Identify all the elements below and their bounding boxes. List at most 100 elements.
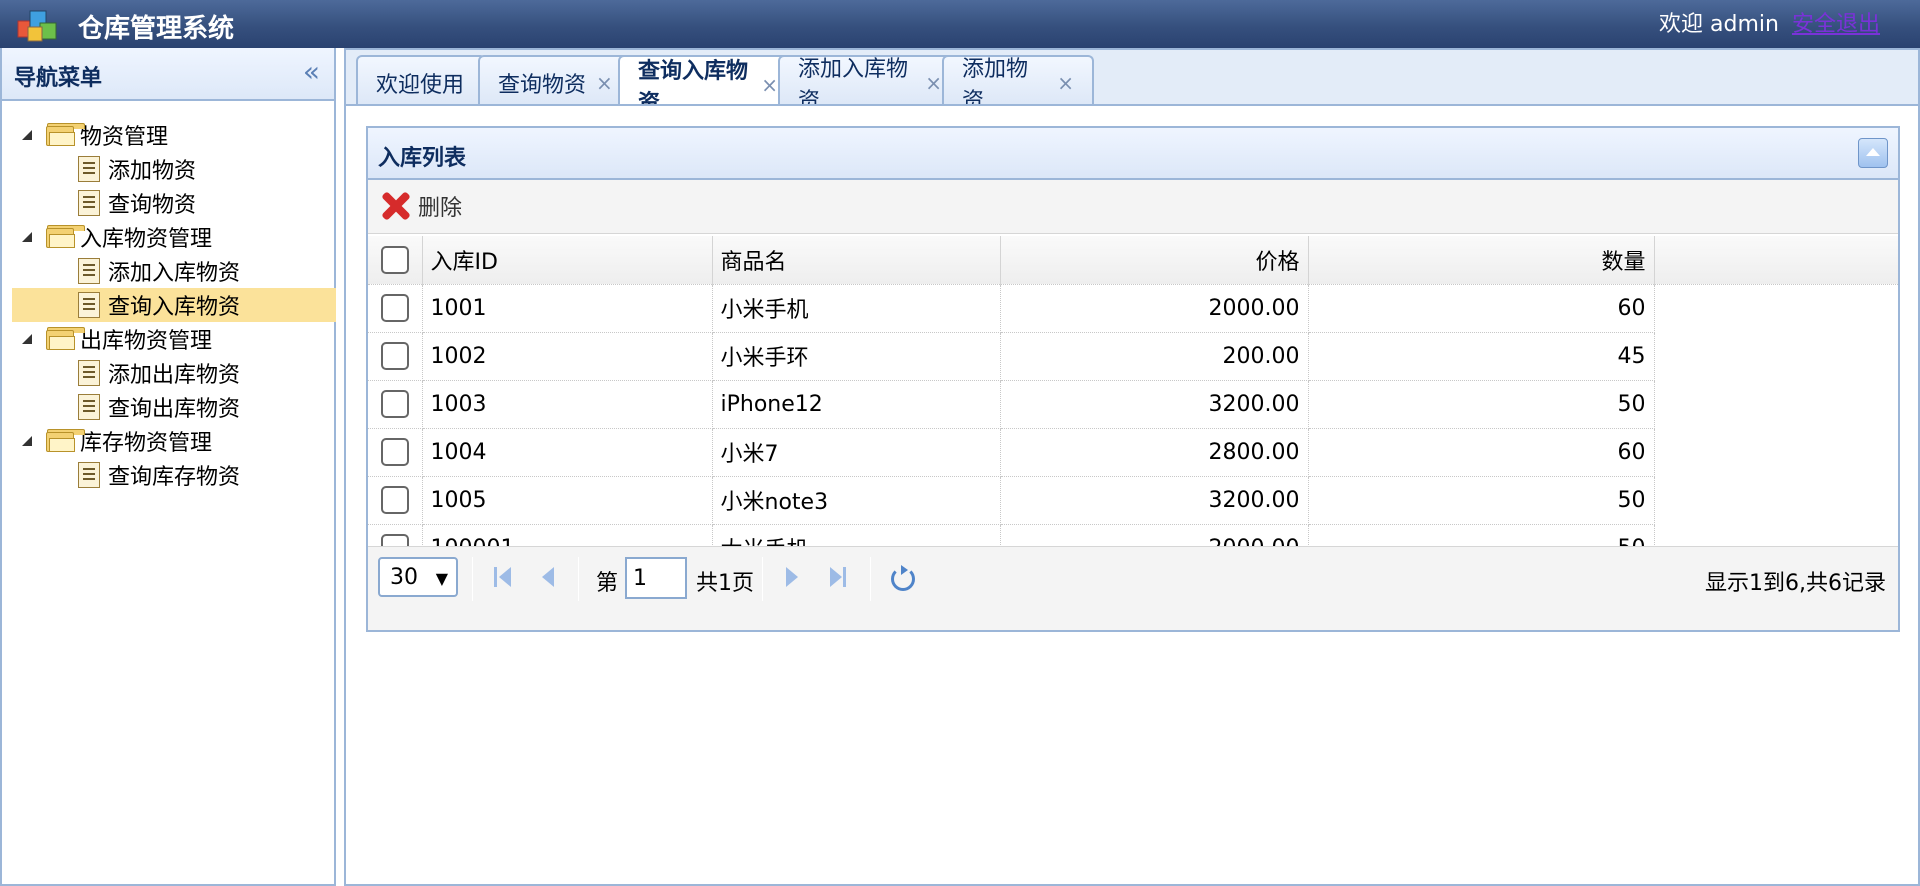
column-header-price[interactable]: 价格 (1000, 236, 1309, 285)
cell-price: 2000.00 (1000, 284, 1309, 333)
grid-title: 入库列表 (378, 146, 467, 171)
logout-link[interactable]: 安全退出 (1792, 12, 1880, 37)
row-checkbox[interactable] (380, 438, 409, 466)
pager-separator (472, 557, 473, 601)
expanded-triangle-icon[interactable] (20, 331, 36, 347)
tree-item-row[interactable]: 查询库存物资 (12, 458, 336, 492)
folder-open-icon (46, 429, 85, 453)
cell-id: 1001 (422, 284, 713, 333)
tree-item-row[interactable]: 添加入库物资 (12, 254, 336, 288)
tree-item-row[interactable]: 查询入库物资 (12, 288, 336, 322)
cell-name: 小米note3 (712, 476, 1001, 525)
cell-filler (1654, 476, 1898, 524)
close-icon[interactable]: × (596, 71, 613, 95)
tree-group-row[interactable]: 出库物资管理 (12, 322, 336, 356)
cell-name: 小米手机 (712, 284, 1001, 333)
nav-panel-header: 导航菜单 « (2, 48, 334, 101)
document-icon (78, 190, 100, 216)
folder-open-icon (46, 123, 85, 147)
table-row[interactable]: 1001 小米手机 2000.00 60 (368, 284, 1898, 333)
row-checkbox[interactable] (380, 486, 409, 514)
collapse-double-chevron-icon[interactable]: « (303, 58, 320, 86)
cell-name: 小米7 (712, 428, 1001, 477)
cell-id: 1004 (422, 428, 713, 477)
expanded-triangle-icon[interactable] (20, 127, 36, 143)
column-header-quantity[interactable]: 数量 (1308, 236, 1655, 285)
cell-id: 1005 (422, 476, 713, 525)
tree-item-row[interactable]: 查询物资 (12, 186, 336, 220)
cell-filler (1654, 380, 1898, 428)
tree-group-label: 入库物资管理 (80, 227, 213, 252)
page-prefix: 第 (596, 571, 619, 596)
tab-0[interactable]: 欢迎使用 (356, 55, 486, 109)
tree-group-row[interactable]: 入库物资管理 (12, 220, 336, 254)
collapse-panel-icon[interactable] (1858, 138, 1888, 168)
prev-page-icon[interactable] (534, 563, 562, 593)
document-icon (78, 292, 100, 318)
column-header-name[interactable]: 商品名 (712, 236, 1001, 285)
page-size-value: 30 (390, 564, 418, 590)
tab-bar: 欢迎使用查询物资×查询入库物资×添加入库物资×添加物资× (344, 48, 1920, 116)
tree-item-row[interactable]: 添加出库物资 (12, 356, 336, 390)
tree-item-label: 查询出库物资 (108, 397, 241, 422)
folder-open-icon (46, 327, 85, 351)
row-select-cell (368, 428, 423, 477)
chevron-down-icon: ▼ (435, 569, 448, 588)
next-page-icon[interactable] (778, 563, 806, 593)
tree-item-label: 添加出库物资 (108, 363, 241, 388)
row-checkbox[interactable] (380, 294, 409, 322)
folder-open-icon (46, 225, 85, 249)
delete-label: 删除 (418, 196, 463, 221)
tree-item-label: 添加物资 (108, 159, 197, 184)
tab-3[interactable]: 添加入库物资 × (778, 55, 962, 114)
nav-tree: 物资管理添加物资查询物资入库物资管理 添加入库物资查询入库物资 出库物资管理添加出库… (12, 118, 336, 492)
table-row[interactable]: 1004 小米7 2800.00 60 (368, 428, 1898, 477)
tree-item-label: 查询库存物资 (108, 465, 241, 490)
grid-panel: 入库列表 删除 入库ID 商品名 价格 数量 1001 小米手机 2000.00 60… (366, 126, 1900, 632)
select-all-cell (368, 236, 423, 285)
tree-item-label: 查询入库物资 (108, 295, 241, 320)
cell-filler (1654, 284, 1898, 332)
row-checkbox[interactable] (380, 390, 409, 418)
close-icon[interactable]: × (1057, 71, 1074, 95)
cell-price: 2800.00 (1000, 428, 1309, 477)
expanded-triangle-icon[interactable] (20, 229, 36, 245)
select-all-checkbox[interactable] (380, 245, 409, 274)
cell-id: 1003 (422, 380, 713, 429)
tree-item-row[interactable]: 添加物资 (12, 152, 336, 186)
page-size-select[interactable]: 30 ▼ (378, 557, 458, 597)
document-icon (78, 462, 100, 488)
row-checkbox[interactable] (380, 342, 409, 370)
tree-item-label: 查询物资 (108, 193, 197, 218)
first-page-icon[interactable] (490, 563, 518, 593)
welcome-text: 欢迎 admin (1659, 12, 1779, 37)
grid-toolbar: 删除 (368, 180, 1898, 234)
tab-1[interactable]: 查询物资 × (478, 55, 638, 109)
app-title: 仓库管理系统 (78, 14, 235, 44)
tree-group-label: 库存物资管理 (80, 431, 213, 456)
delete-button[interactable]: 删除 (380, 190, 462, 222)
cell-filler (1654, 428, 1898, 476)
tree-item-row[interactable]: 查询出库物资 (12, 390, 336, 424)
expanded-triangle-icon[interactable] (20, 433, 36, 449)
column-header-filler (1654, 236, 1898, 285)
table-row[interactable]: 1005 小米note3 3200.00 50 (368, 476, 1898, 525)
last-page-icon[interactable] (824, 563, 852, 593)
cell-price: 3200.00 (1000, 380, 1309, 429)
table-row[interactable]: 1003 iPhone12 3200.00 50 (368, 380, 1898, 429)
column-header-id[interactable]: 入库ID (422, 236, 713, 285)
refresh-icon[interactable] (888, 563, 916, 593)
tab-4[interactable]: 添加物资 × (942, 55, 1094, 114)
close-icon[interactable]: × (761, 73, 778, 97)
cell-price: 3200.00 (1000, 476, 1309, 525)
close-icon[interactable]: × (925, 71, 942, 95)
app-header: 仓库管理系统 欢迎 admin 安全退出 (0, 0, 1920, 48)
page-number-input[interactable]: 1 (625, 557, 687, 599)
table-row[interactable]: 1002 小米手环 200.00 45 (368, 332, 1898, 381)
cell-filler (1654, 332, 1898, 380)
table-header-row: 入库ID 商品名 价格 数量 (368, 236, 1898, 285)
tree-group-row[interactable]: 库存物资管理 (12, 424, 336, 458)
tree-group-row[interactable]: 物资管理 (12, 118, 336, 152)
cell-id: 1002 (422, 332, 713, 381)
pager-separator (870, 557, 871, 601)
